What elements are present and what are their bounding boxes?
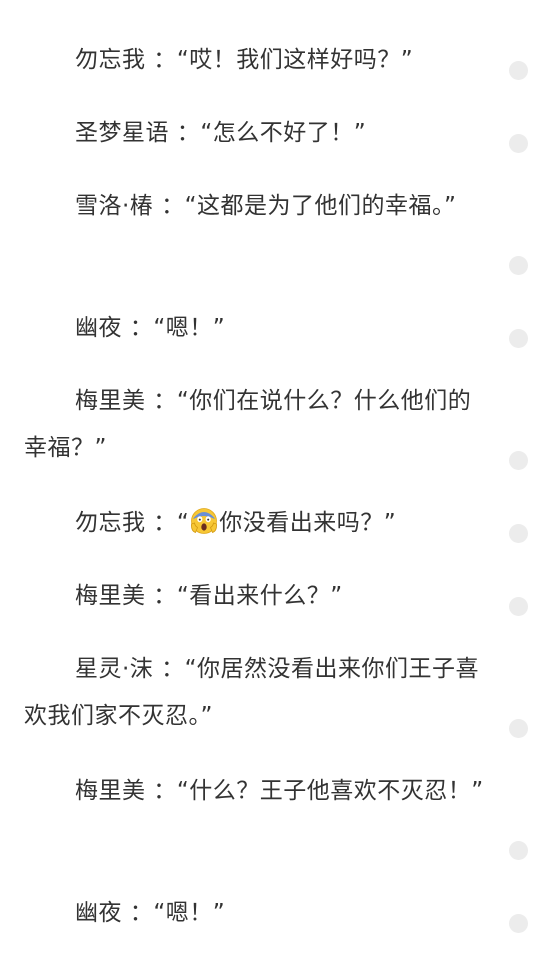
speaker-separator: ： bbox=[169, 120, 201, 146]
speaker-name: 勿忘我 bbox=[75, 47, 146, 73]
paragraph-comment-button[interactable] bbox=[509, 451, 528, 470]
paragraph-comment-button[interactable] bbox=[509, 329, 528, 348]
paragraph-comment-button[interactable] bbox=[509, 719, 528, 738]
paragraph-comment-button[interactable] bbox=[509, 841, 528, 860]
speaker-name: 圣梦星语 bbox=[75, 120, 169, 146]
dialogue-paragraph: 雪洛·椿 ：“这都是为了他们的幸福。” bbox=[24, 183, 488, 230]
speaker-name: 幽夜 bbox=[75, 900, 122, 926]
dialogue-paragraph: 幽夜 ：“嗯！” bbox=[24, 305, 488, 352]
paragraph-comment-button[interactable] bbox=[509, 61, 528, 80]
dialogue-paragraph: 梅里美 ：“什么？王子他喜欢不灭忍！” bbox=[24, 768, 488, 815]
dialogue-paragraph: 圣梦星语 ：“怎么不好了！” bbox=[24, 110, 488, 157]
dialogue-paragraph: 勿忘我 ：“哎！我们这样好吗？” bbox=[24, 37, 488, 84]
dialogue-quote: “怎么不好了！” bbox=[200, 120, 367, 146]
dialogue-paragraph: 梅里美 ：“看出来什么？” bbox=[24, 573, 488, 620]
scream-face-emoji-icon bbox=[191, 508, 218, 534]
dialogue-quote: “嗯！” bbox=[153, 900, 226, 926]
dialogue-paragraph: 梅里美 ：“你们在说什么？什么他们的幸福？” bbox=[24, 378, 488, 472]
paragraph-comment-button[interactable] bbox=[509, 256, 528, 275]
dialogue-quote: “什么？王子他喜欢不灭忍！” bbox=[176, 778, 484, 804]
dialogue-paragraph: 星灵·沫 ：“你居然没看出来你们王子喜欢我们家不灭忍。” bbox=[24, 646, 488, 740]
speaker-separator: ： bbox=[153, 656, 185, 682]
speaker-name: 幽夜 bbox=[75, 315, 122, 341]
speaker-name: 星灵·沫 bbox=[75, 656, 154, 682]
paragraph-comment-button[interactable] bbox=[509, 597, 528, 616]
speaker-name: 雪洛·椿 bbox=[75, 193, 154, 219]
speaker-separator: ： bbox=[145, 510, 177, 536]
dialogue-paragraph: 幽夜 ：“嗯！” bbox=[24, 890, 488, 937]
speaker-name: 勿忘我 bbox=[75, 510, 146, 536]
speaker-separator: ： bbox=[145, 583, 177, 609]
speaker-separator: ： bbox=[145, 388, 177, 414]
dialogue-quote: “这都是为了他们的幸福。” bbox=[184, 193, 457, 219]
dialogue-quote: 你没看出来吗？” bbox=[219, 510, 397, 536]
speaker-separator: ： bbox=[122, 900, 154, 926]
paragraph-comment-button[interactable] bbox=[509, 134, 528, 153]
quote-open-mark: “ bbox=[176, 510, 190, 536]
dialogue-paragraph: 勿忘我 ：“ 你没看出来吗？” bbox=[24, 500, 488, 547]
speaker-name: 梅里美 bbox=[75, 388, 146, 414]
speaker-name: 梅里美 bbox=[75, 778, 146, 804]
speaker-separator: ： bbox=[153, 193, 185, 219]
paragraph-comment-button[interactable] bbox=[509, 524, 528, 543]
speaker-separator: ： bbox=[122, 315, 154, 341]
speaker-separator: ： bbox=[145, 47, 177, 73]
dialogue-quote: “嗯！” bbox=[153, 315, 226, 341]
speaker-name: 梅里美 bbox=[75, 583, 146, 609]
dialogue-quote: “看出来什么？” bbox=[176, 583, 343, 609]
dialogue-quote: “哎！我们这样好吗？” bbox=[176, 47, 414, 73]
novel-reader-page: 勿忘我 ：“哎！我们这样好吗？” 圣梦星语 ：“怎么不好了！” 雪洛·椿 ：“这… bbox=[0, 0, 540, 960]
paragraph-comment-button[interactable] bbox=[509, 914, 528, 933]
speaker-separator: ： bbox=[145, 778, 177, 804]
